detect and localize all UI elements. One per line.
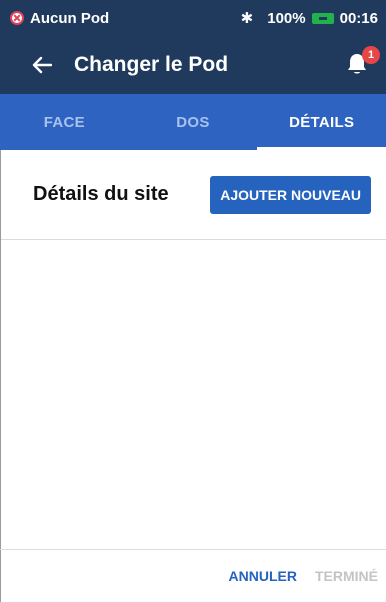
arrow-left-icon <box>32 56 52 74</box>
site-details-row: Détails du site AJOUTER NOUVEAU <box>0 150 386 240</box>
page-title: Changer le Pod <box>74 53 229 76</box>
battery-percent: 100% <box>267 9 306 27</box>
footer-actions: ANNULER TERMINÉ <box>0 549 386 602</box>
bluetooth-icon: ✱ <box>240 10 254 27</box>
cancel-button[interactable]: ANNULER <box>229 568 297 584</box>
change-pod-screen: Aucun Pod ✱ 100% 00:16 Changer le Pod 1 … <box>0 0 386 602</box>
done-button[interactable]: TERMINÉ <box>315 568 378 584</box>
screen-edge-divider <box>0 150 1 602</box>
notifications-button[interactable]: 1 <box>346 46 380 78</box>
tab-face[interactable]: FACE <box>0 94 129 150</box>
notification-badge: 1 <box>362 46 380 64</box>
tab-details[interactable]: DÉTAILS <box>257 94 386 150</box>
add-new-button[interactable]: AJOUTER NOUVEAU <box>210 175 371 214</box>
app-header: Changer le Pod 1 <box>0 36 386 94</box>
pod-status-text: Aucun Pod <box>30 9 110 27</box>
pod-error-icon <box>10 11 24 25</box>
pod-status-indicator: Aucun Pod <box>10 10 109 27</box>
battery-icon <box>311 12 334 24</box>
status-bar: Aucun Pod ✱ 100% 00:16 <box>0 0 386 36</box>
site-details-title: Détails du site <box>33 183 169 205</box>
system-status: ✱ 100% 00:16 <box>240 9 378 28</box>
tab-dos[interactable]: DOS <box>129 94 258 150</box>
tab-bar: FACE DOS DÉTAILS <box>0 94 386 150</box>
clock: 00:16 <box>339 9 378 27</box>
back-button[interactable] <box>22 45 62 85</box>
